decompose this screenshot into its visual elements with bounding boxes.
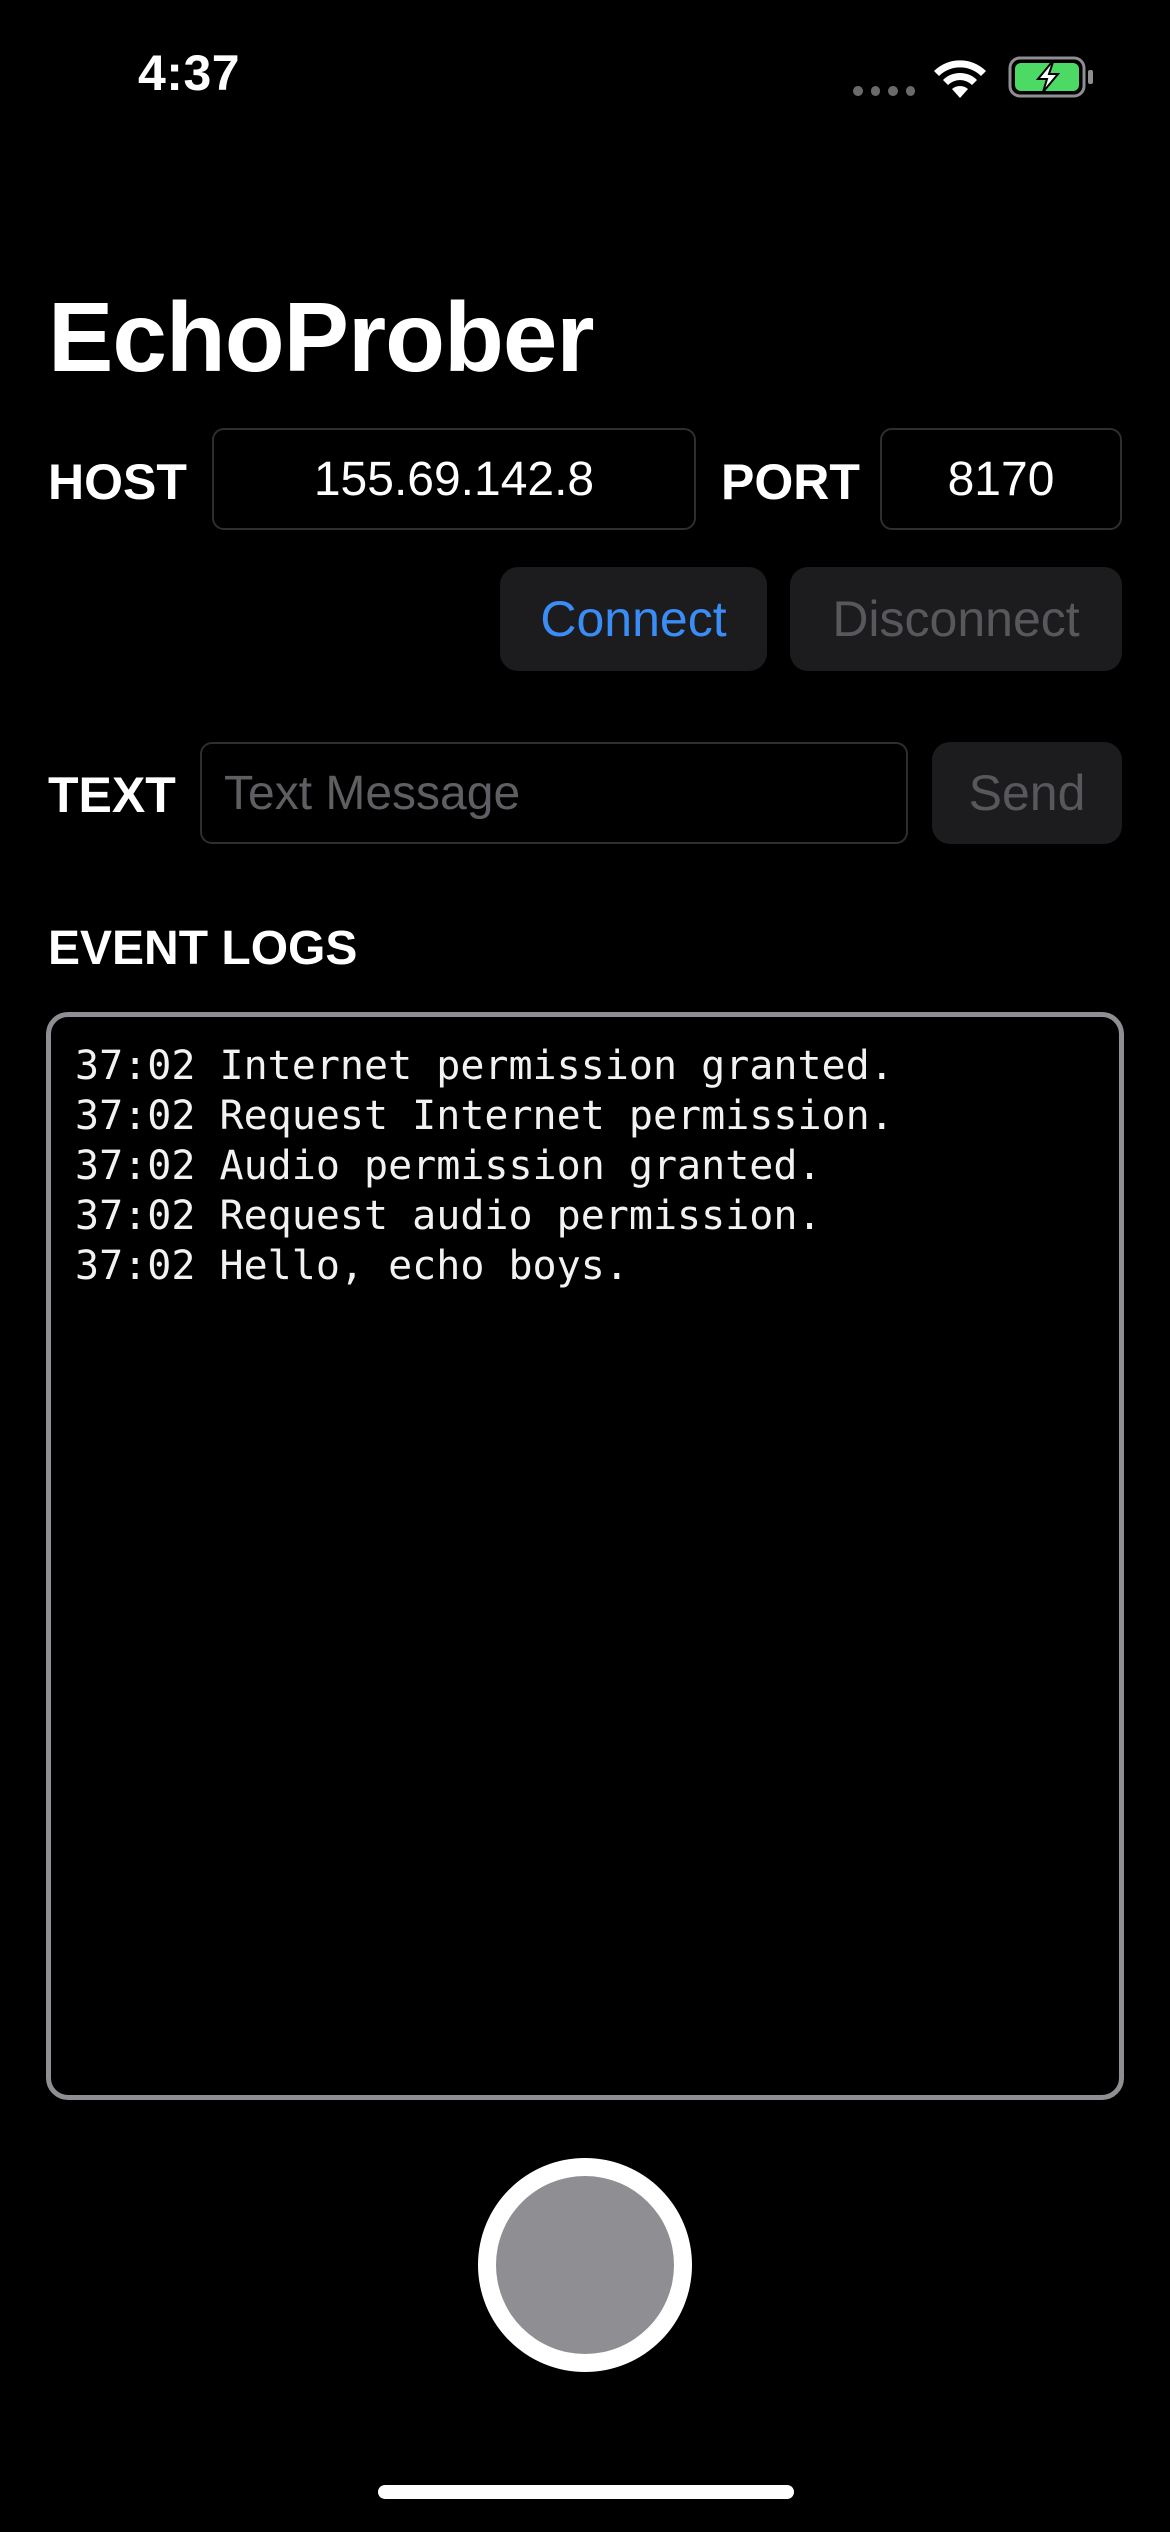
connect-button[interactable]: Connect (500, 567, 767, 671)
text-label: TEXT (48, 767, 176, 823)
record-button-inner (496, 2176, 674, 2354)
app-title: EchoProber (48, 282, 594, 392)
event-log-view[interactable]: 37:02 Internet permission granted. 37:02… (46, 1012, 1124, 2100)
wifi-icon (934, 60, 986, 98)
log-entry: 37:02 Request Internet permission. (75, 1093, 894, 1139)
signal-dots-icon (853, 86, 915, 98)
disconnect-button[interactable]: Disconnect (790, 567, 1122, 671)
log-entry: 37:02 Audio permission granted. (75, 1143, 822, 1189)
battery-charging-icon (1008, 56, 1093, 98)
log-entry: 37:02 Hello, echo boys. (75, 1243, 629, 1289)
text-message-input[interactable] (200, 742, 908, 844)
log-entry: 37:02 Request audio permission. (75, 1193, 822, 1239)
port-label: PORT (721, 454, 860, 510)
host-input[interactable] (212, 428, 696, 530)
host-label: HOST (48, 454, 187, 510)
log-entry: 37:02 Internet permission granted. (75, 1043, 894, 1089)
send-button[interactable]: Send (932, 742, 1122, 844)
port-input[interactable] (880, 428, 1122, 530)
record-button[interactable] (478, 2158, 692, 2372)
home-indicator[interactable] (378, 2485, 794, 2499)
status-time: 4:37 (138, 45, 241, 101)
event-logs-title: EVENT LOGS (48, 922, 358, 975)
